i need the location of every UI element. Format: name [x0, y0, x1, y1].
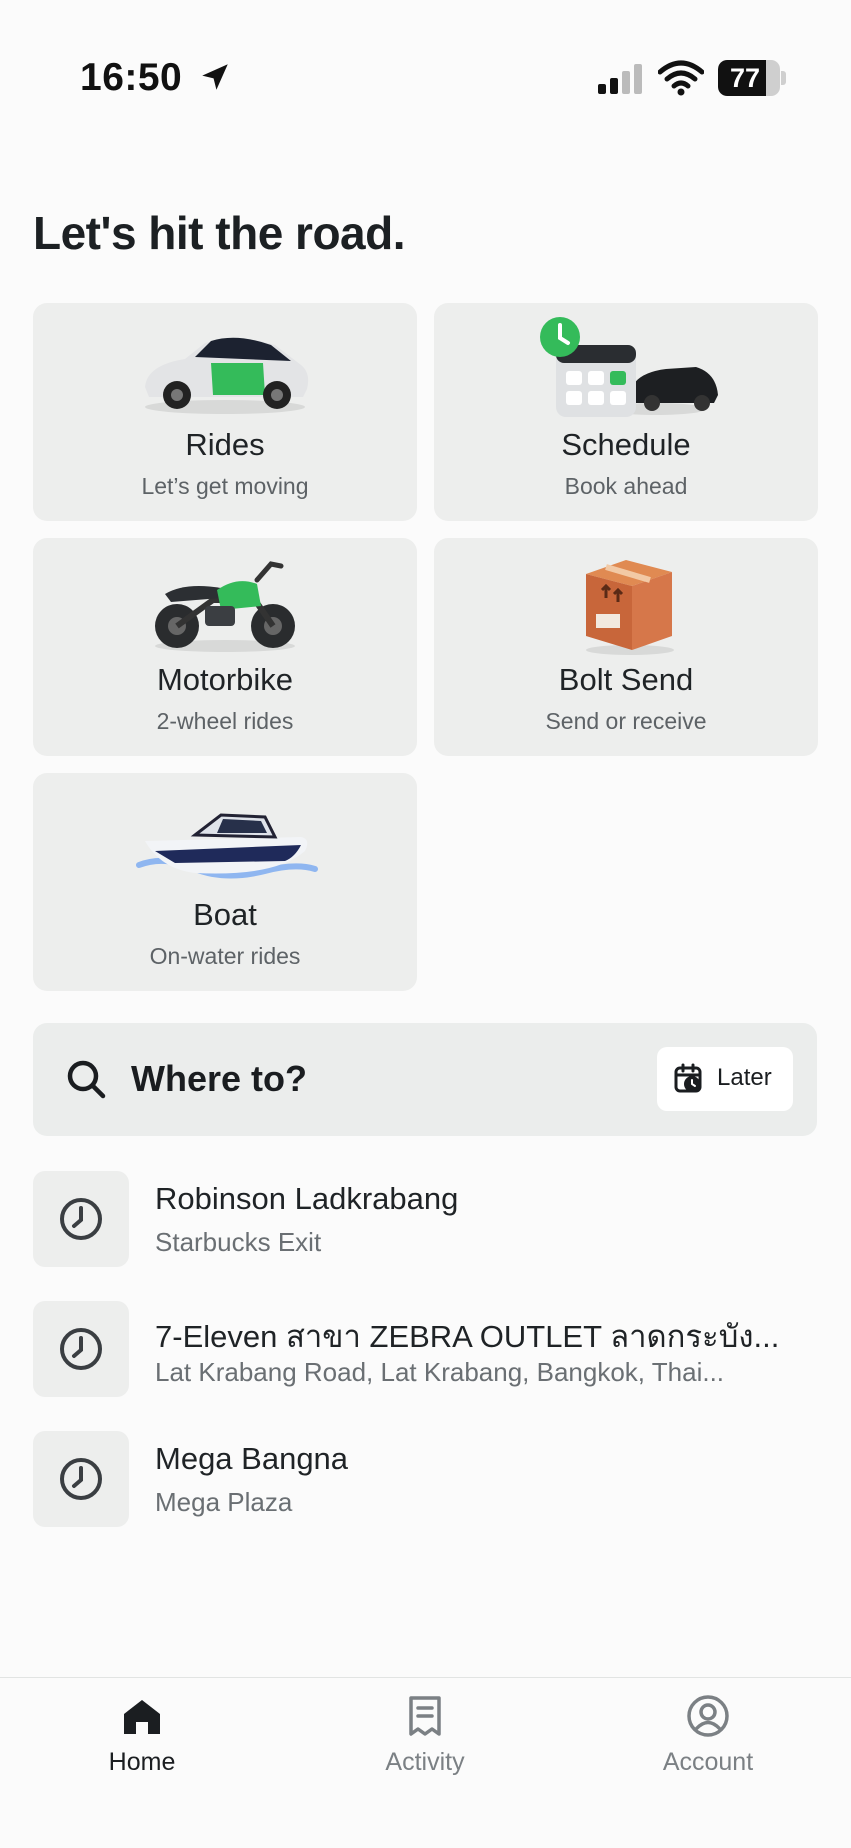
- account-icon: [687, 1695, 729, 1737]
- battery-icon: 77: [718, 60, 786, 96]
- search-label: Where to?: [131, 1058, 307, 1099]
- calendar-clock-icon: [674, 1063, 702, 1093]
- package-icon: [586, 560, 674, 655]
- search-icon: [67, 1060, 106, 1099]
- recent-icon-box: [33, 1301, 129, 1397]
- nav-tab-account[interactable]: Account: [608, 1678, 808, 1818]
- service-title: Bolt Send: [558, 662, 694, 697]
- service-title: Schedule: [561, 427, 691, 462]
- nav-label: Activity: [385, 1748, 465, 1776]
- recent-title: 7-Eleven สาขา ZEBRA OUTLET ลาดกระบัง...: [155, 1319, 780, 1354]
- schedule-later-button[interactable]: Later: [657, 1047, 793, 1111]
- service-tile-motorbike[interactable]: Motorbike 2-wheel rides: [33, 538, 417, 756]
- recent-subtitle: Lat Krabang Road, Lat Krabang, Bangkok, …: [155, 1357, 725, 1387]
- where-to-search[interactable]: Where to? Later: [33, 1023, 817, 1136]
- later-label: Later: [717, 1064, 772, 1091]
- clock-icon: [60, 1458, 102, 1500]
- service-tile-boat[interactable]: Boat On-water rides: [33, 773, 417, 991]
- home-screen: 16:50 77 Let's hit the road. Rides Let’s…: [0, 0, 851, 1848]
- service-tile-rides[interactable]: Rides Let’s get moving: [33, 303, 417, 521]
- clock-icon: [60, 1198, 102, 1240]
- nav-tab-activity[interactable]: Activity: [325, 1678, 525, 1818]
- motorbike-icon: [155, 561, 295, 652]
- recent-icon-box: [33, 1171, 129, 1267]
- service-subtitle: Book ahead: [564, 473, 688, 499]
- service-title: Rides: [185, 427, 265, 462]
- nav-label: Home: [108, 1748, 176, 1776]
- service-subtitle: 2-wheel rides: [156, 708, 294, 734]
- recent-subtitle: Starbucks Exit: [155, 1227, 322, 1257]
- nav-label: Account: [662, 1748, 754, 1776]
- service-subtitle: Send or receive: [545, 708, 707, 734]
- boat-icon: [136, 813, 318, 879]
- recent-title: Mega Bangna: [155, 1441, 349, 1476]
- clock-icon: [60, 1328, 102, 1370]
- recent-subtitle: Mega Plaza: [155, 1487, 293, 1517]
- service-tile-schedule[interactable]: Schedule Book ahead: [434, 303, 818, 521]
- recent-title: Robinson Ladkrabang: [155, 1181, 459, 1216]
- car-icon: [145, 337, 309, 414]
- service-subtitle: Let’s get moving: [141, 473, 309, 499]
- receipt-icon: [409, 1696, 441, 1736]
- home-icon: [124, 1700, 160, 1734]
- recent-destination[interactable]: Mega Bangna Mega Plaza: [33, 1431, 817, 1529]
- service-title: Boat: [193, 897, 257, 932]
- wifi-icon: [658, 60, 704, 96]
- service-subtitle: On-water rides: [149, 943, 301, 969]
- battery-level: 77: [729, 63, 761, 93]
- service-tile-bolt-send[interactable]: Bolt Send Send or receive: [434, 538, 818, 756]
- status-bar: 16:50 77: [0, 0, 851, 150]
- recent-icon-box: [33, 1431, 129, 1527]
- nav-tab-home[interactable]: Home: [42, 1678, 242, 1818]
- recent-destination[interactable]: 7-Eleven สาขา ZEBRA OUTLET ลาดกระบัง... …: [33, 1301, 817, 1399]
- recent-destination[interactable]: Robinson Ladkrabang Starbucks Exit: [33, 1171, 817, 1269]
- calendar-car-icon: [540, 317, 718, 417]
- page-title: Let's hit the road.: [33, 207, 406, 259]
- service-title: Motorbike: [156, 662, 294, 697]
- bottom-nav: Home Activity Account: [0, 1677, 851, 1848]
- status-time: 16:50: [80, 56, 183, 99]
- location-arrow-icon: [202, 64, 228, 90]
- cellular-signal-icon: [598, 64, 642, 94]
